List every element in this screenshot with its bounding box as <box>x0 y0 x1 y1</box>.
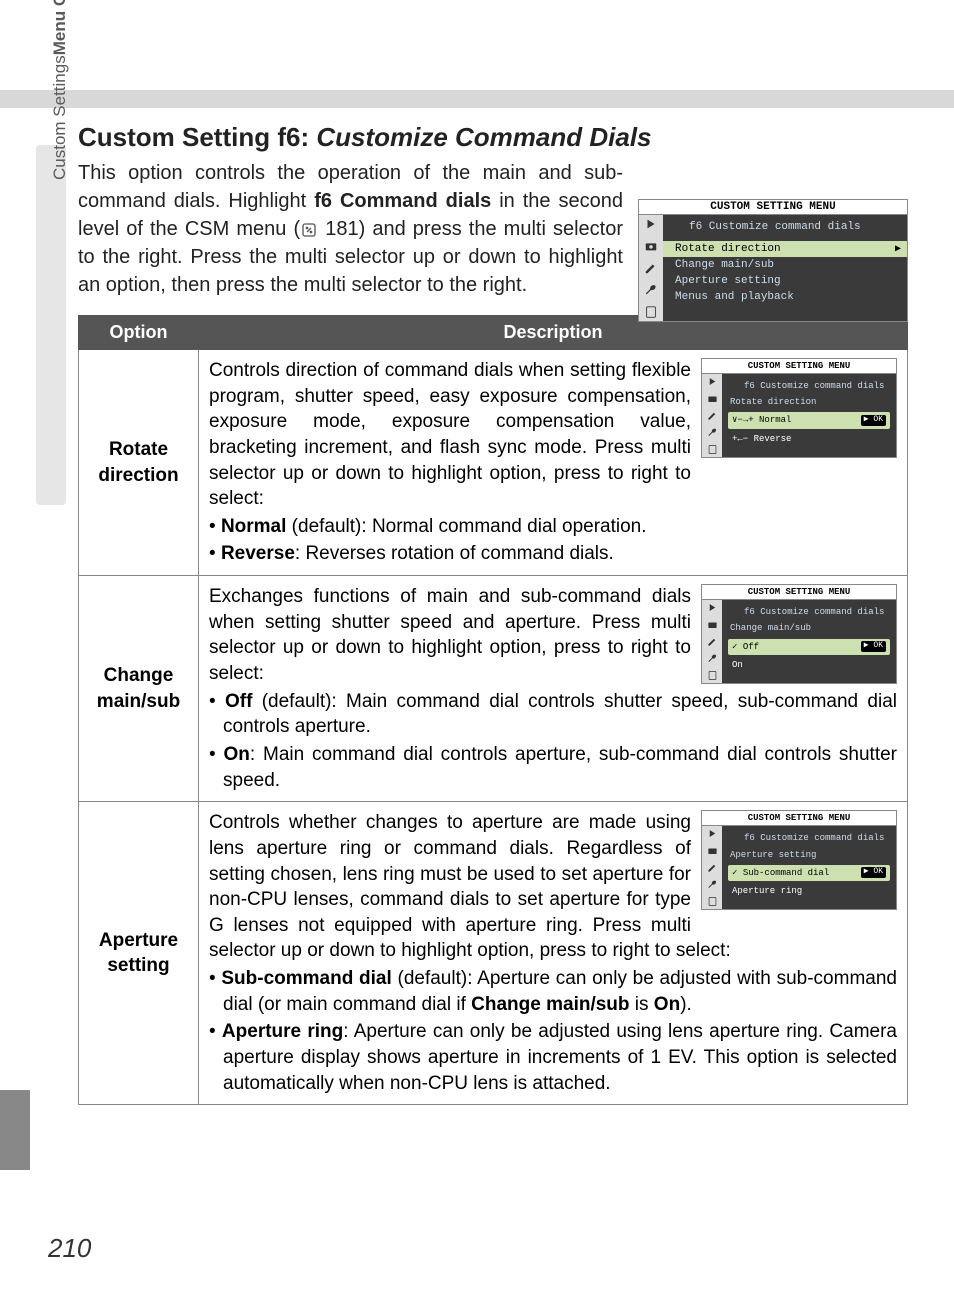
option-cell: Aperturesetting <box>79 802 199 1105</box>
mini-menu-screenshot: CUSTOM SETTING MENU f6 Customize command… <box>701 810 897 910</box>
ss-option: On <box>728 657 890 673</box>
ss-option: ✓ Sub-command dial▶ OK <box>728 865 890 881</box>
page-ref-icon <box>300 222 318 238</box>
ss-item: Change main/sub <box>663 257 907 273</box>
description-cell: CUSTOM SETTING MENU f6 Customize command… <box>199 350 908 576</box>
play-icon <box>644 217 658 231</box>
left-margin-bar <box>0 1090 30 1170</box>
ss-item: Aperture setting <box>663 273 907 289</box>
ss-item: Rotate direction▶ <box>663 241 907 257</box>
th-option: Option <box>79 316 199 350</box>
table-row: Rotatedirection CUSTOM SETTING MENU f6 C… <box>79 350 908 576</box>
ss-title: CUSTOM SETTING MENU <box>639 200 907 215</box>
side-label: Custom SettingsMenu Guide— <box>50 0 70 180</box>
side-tab <box>36 145 66 505</box>
page-number: 210 <box>48 1233 91 1264</box>
mini-menu-screenshot: CUSTOM SETTING MENU f6 Customize command… <box>701 584 897 684</box>
description-cell: CUSTOM SETTING MENU f6 Customize command… <box>199 576 908 802</box>
ss-subtitle: f6 Customize command dials <box>663 219 907 235</box>
pencil-icon <box>644 261 658 275</box>
ss-option: Aperture ring <box>728 883 890 899</box>
intro-paragraph: This option controls the operation of th… <box>78 159 623 299</box>
wrench-icon <box>644 283 658 297</box>
table-row: Aperturesetting CUSTOM SETTING MENU f6 C… <box>79 802 908 1105</box>
ss-option: ∨−→+ Normal▶ OK <box>728 412 890 428</box>
ss-option: ✓ Off▶ OK <box>728 639 890 655</box>
options-table: Option Description Rotatedirection CUSTO… <box>78 315 908 1105</box>
camera-icon <box>644 239 658 253</box>
option-cell: Changemain/sub <box>79 576 199 802</box>
table-row: Changemain/sub CUSTOM SETTING MENU f6 Cu… <box>79 576 908 802</box>
mini-menu-screenshot: CUSTOM SETTING MENU f6 Customize command… <box>701 358 897 458</box>
page-content: Custom Setting f6: Customize Command Dia… <box>78 122 908 1105</box>
option-cell: Rotatedirection <box>79 350 199 576</box>
top-gray-band <box>0 90 954 108</box>
section-heading: Custom Setting f6: Customize Command Dia… <box>78 122 908 153</box>
card-icon <box>644 305 658 319</box>
ss-item: Menus and playback <box>663 289 907 305</box>
description-cell: CUSTOM SETTING MENU f6 Customize command… <box>199 802 908 1105</box>
ss-icon-strip <box>639 215 663 321</box>
ss-option: +←− Reverse <box>728 431 890 447</box>
main-menu-screenshot: CUSTOM SETTING MENU f6 Customize command… <box>638 199 908 322</box>
